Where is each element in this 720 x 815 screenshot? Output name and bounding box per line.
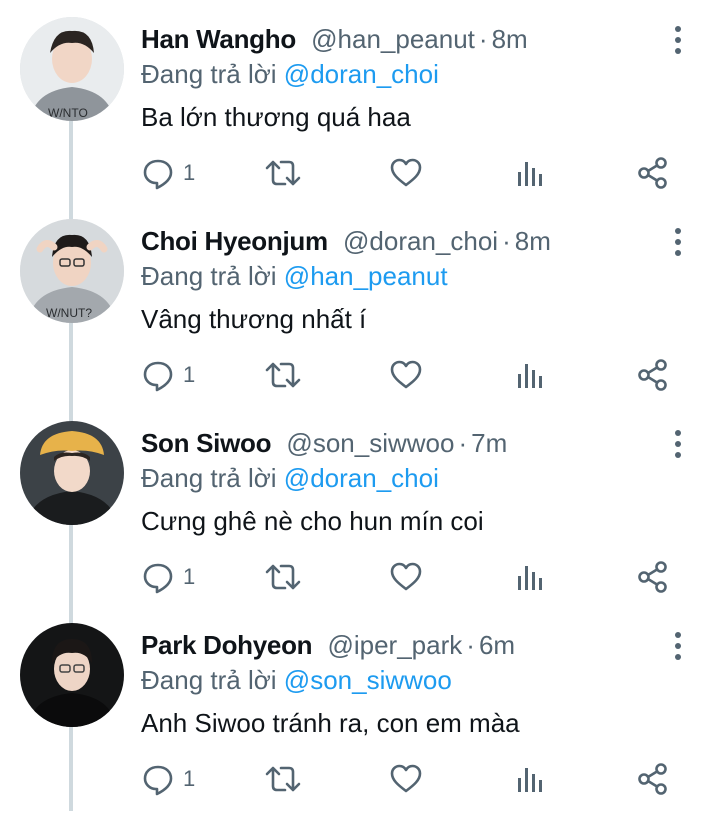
tweet-text: Anh Siwoo tránh ra, con em màa xyxy=(141,708,520,738)
reply-button[interactable]: 1 xyxy=(141,759,195,799)
more-options-icon[interactable] xyxy=(664,224,692,260)
svg-text:W/NTO: W/NTO xyxy=(48,106,88,120)
more-options-icon[interactable] xyxy=(664,426,692,462)
timestamp[interactable]: 8m xyxy=(515,226,551,256)
retweet-button[interactable] xyxy=(265,153,301,193)
views-icon xyxy=(518,364,542,388)
display-name[interactable]: Choi Hyeonjum xyxy=(141,226,328,256)
like-button[interactable] xyxy=(389,759,423,799)
reply-icon xyxy=(143,765,173,796)
replying-to-label: Đang trả lời xyxy=(141,665,277,695)
separator: · xyxy=(458,428,468,458)
more-options-icon[interactable] xyxy=(664,628,692,664)
like-icon xyxy=(390,158,422,187)
avatar[interactable]: W/NTO xyxy=(20,17,124,121)
mention-link[interactable]: @doran_choi xyxy=(284,463,439,493)
separator: · xyxy=(466,630,475,660)
like-button[interactable] xyxy=(389,355,423,395)
user-handle[interactable]: @iper_park xyxy=(327,630,462,660)
action-bar: 1 xyxy=(141,557,681,597)
user-handle[interactable]: @son_siwwoo xyxy=(286,428,454,458)
reply-count: 1 xyxy=(183,766,196,791)
separator: · xyxy=(502,226,511,256)
reply-count: 1 xyxy=(183,362,196,387)
user-handle[interactable]: @han_peanut xyxy=(311,24,475,54)
timestamp[interactable]: 6m xyxy=(479,630,515,660)
tweet-header: Choi Hyeonjum @doran_choi · 8m xyxy=(141,224,551,260)
mention-link[interactable]: @son_siwwoo xyxy=(284,665,452,695)
avatar[interactable]: W/NUT? xyxy=(20,219,124,323)
views-button[interactable] xyxy=(515,557,545,597)
reply-button[interactable]: 1 xyxy=(141,557,195,597)
views-button[interactable] xyxy=(515,153,545,193)
views-icon xyxy=(518,768,542,792)
retweet-icon xyxy=(265,160,301,186)
reply-tweet[interactable]: W/NUT? Choi Hyeonjum @doran_choi · 8m Đang… xyxy=(0,202,720,404)
separator: · xyxy=(478,24,488,54)
reply-button[interactable]: 1 xyxy=(141,153,195,193)
replying-to-label: Đang trả lời xyxy=(141,463,277,493)
replying-to: Đang trả lời @son_siwwoo xyxy=(141,663,452,697)
like-icon xyxy=(390,562,422,591)
views-icon xyxy=(518,162,542,186)
reply-tweet[interactable]: W/NTO Han Wangho @han_peanut · 8m Đang trả… xyxy=(0,0,720,202)
retweet-icon xyxy=(265,362,301,388)
replying-to: Đang trả lời @han_peanut xyxy=(141,259,448,293)
display-name[interactable]: Park Dohyeon xyxy=(141,630,313,660)
reply-count: 1 xyxy=(183,160,196,185)
share-icon xyxy=(638,763,667,795)
action-bar: 1 xyxy=(141,759,681,799)
tweet-text: Vâng thương nhất í xyxy=(141,304,367,334)
tweet-header: Han Wangho @han_peanut · 8m xyxy=(141,22,528,58)
like-button[interactable] xyxy=(389,557,423,597)
retweet-icon xyxy=(265,766,301,792)
share-button[interactable] xyxy=(637,153,669,193)
tweet-header: Park Dohyeon @iper_park · 6m xyxy=(141,628,515,664)
share-button[interactable] xyxy=(637,557,669,597)
like-icon xyxy=(390,764,422,793)
timestamp[interactable]: 7m xyxy=(471,428,507,458)
reply-count: 1 xyxy=(183,564,196,589)
reply-icon xyxy=(143,159,173,190)
mention-link[interactable]: @han_peanut xyxy=(284,261,448,291)
replying-to: Đang trả lời @doran_choi xyxy=(141,57,439,91)
like-button[interactable] xyxy=(389,153,423,193)
action-bar: 1 xyxy=(141,355,681,395)
user-handle[interactable]: @doran_choi xyxy=(343,226,498,256)
reply-tweet[interactable]: Son Siwoo @son_siwwoo · 7m Đang trả lời @d… xyxy=(0,404,720,606)
views-icon xyxy=(518,566,542,590)
reply-icon xyxy=(143,361,173,392)
retweet-button[interactable] xyxy=(265,355,301,395)
replying-to-label: Đang trả lời xyxy=(141,261,277,291)
svg-text:W/NUT?: W/NUT? xyxy=(46,306,92,320)
avatar[interactable] xyxy=(20,421,124,525)
share-button[interactable] xyxy=(637,759,669,799)
avatar[interactable] xyxy=(20,623,124,727)
replying-to-label: Đang trả lời xyxy=(141,59,277,89)
tweet-header: Son Siwoo @son_siwwoo · 7m xyxy=(141,426,507,462)
mention-link[interactable]: @doran_choi xyxy=(284,59,439,89)
reply-tweet[interactable]: Park Dohyeon @iper_park · 6m Đang trả lời … xyxy=(0,606,720,808)
tweet-text: Ba lớn thương quá haa xyxy=(141,102,411,132)
timestamp[interactable]: 8m xyxy=(492,24,528,54)
replying-to: Đang trả lời @doran_choi xyxy=(141,461,439,495)
share-button[interactable] xyxy=(637,355,669,395)
share-icon xyxy=(638,157,667,189)
retweet-button[interactable] xyxy=(265,557,301,597)
tweet-text: Cưng ghê nè cho hun mín coi xyxy=(141,506,484,536)
display-name[interactable]: Son Siwoo xyxy=(141,428,271,458)
display-name[interactable]: Han Wangho xyxy=(141,24,296,54)
views-button[interactable] xyxy=(515,355,545,395)
views-button[interactable] xyxy=(515,759,545,799)
more-options-icon[interactable] xyxy=(664,22,692,58)
reply-button[interactable]: 1 xyxy=(141,355,195,395)
action-bar: 1 xyxy=(141,153,681,193)
reply-icon xyxy=(143,563,173,594)
like-icon xyxy=(390,360,422,389)
retweet-button[interactable] xyxy=(265,759,301,799)
share-icon xyxy=(638,359,667,391)
share-icon xyxy=(638,561,667,593)
retweet-icon xyxy=(265,564,301,590)
